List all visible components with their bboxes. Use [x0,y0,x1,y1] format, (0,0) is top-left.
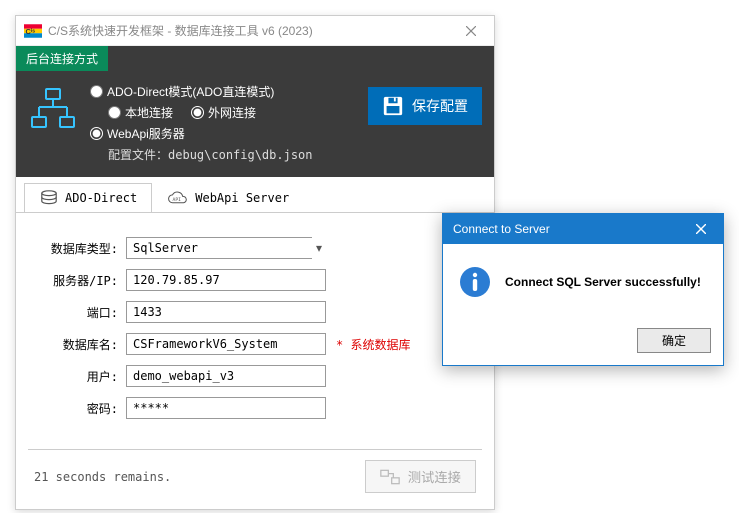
tab-ado-label: ADO-Direct [65,191,137,205]
window-close-button[interactable] [456,21,486,41]
test-connection-button[interactable]: 测试连接 [365,460,476,493]
message-dialog: Connect to Server Connect SQL Server suc… [442,213,724,366]
countdown-text: 21 seconds remains. [34,470,171,484]
info-icon [459,266,491,298]
port-input[interactable] [126,301,326,323]
config-path: debug\config\db.json [168,148,313,162]
server-label: 服务器/IP: [36,272,126,289]
config-path-row: 配置文件：debug\config\db.json [108,146,368,163]
network-icon [28,85,78,135]
tab-webapi-label: WebApi Server [195,191,289,205]
dbname-note: * 系统数据库 [336,336,410,353]
user-input[interactable] [126,365,326,387]
save-config-button[interactable]: 保存配置 [368,87,482,125]
dialog-message: Connect SQL Server successfully! [505,275,701,289]
dbname-label: 数据库名: [36,336,126,353]
test-icon [380,469,400,485]
panel-header: 后台连接方式 [16,46,108,71]
radio-local-label: 本地连接 [125,104,173,121]
tab-ado-direct[interactable]: ADO-Direct [24,183,152,212]
tabs: ADO-Direct API WebApi Server [16,177,494,213]
test-label: 测试连接 [408,467,461,486]
server-input[interactable] [126,269,326,291]
database-icon [39,190,59,206]
chevron-down-icon[interactable]: ▾ [312,241,326,255]
main-window: Cⁱˢ C/S系统快速开发框架 - 数据库连接工具 v6 (2023) 后台连接… [15,15,495,510]
dbname-input[interactable] [126,333,326,355]
dialog-ok-button[interactable]: 确定 [637,328,711,353]
db-type-input[interactable] [126,237,312,259]
radio-ado-direct[interactable]: ADO-Direct模式(ADO直连模式) [90,83,274,100]
pwd-input[interactable] [126,397,326,419]
titlebar: Cⁱˢ C/S系统快速开发框架 - 数据库连接工具 v6 (2023) [16,16,494,46]
dialog-titlebar: Connect to Server [443,214,723,244]
dialog-close-button[interactable] [689,217,713,241]
radio-ado-label: ADO-Direct模式(ADO直连模式) [107,83,274,100]
radio-local[interactable]: 本地连接 [108,104,173,121]
save-icon [382,95,404,117]
radio-external-label: 外网连接 [208,104,256,121]
svg-text:Cⁱˢ: Cⁱˢ [26,26,36,36]
db-type-label: 数据库类型: [36,240,126,257]
connection-mode-panel: 后台连接方式 ADO-Direct模式(ADO直连模式) 本地连接 外网连接 [16,46,494,177]
footer: 21 seconds remains. 测试连接 [28,449,482,503]
db-type-combo[interactable]: ▾ [126,237,326,259]
pwd-label: 密码: [36,400,126,417]
tab-webapi[interactable]: API WebApi Server [152,183,304,212]
window-title: C/S系统快速开发框架 - 数据库连接工具 v6 (2023) [48,22,456,39]
close-icon [466,26,476,36]
app-icon: Cⁱˢ [24,24,42,38]
dialog-title: Connect to Server [453,222,550,236]
save-label: 保存配置 [412,96,468,116]
close-icon [696,224,706,234]
radio-webapi-label: WebApi服务器 [107,125,185,142]
config-label: 配置文件： [108,148,168,162]
port-label: 端口: [36,304,126,321]
user-label: 用户: [36,368,126,385]
radio-webapi[interactable]: WebApi服务器 [90,125,185,142]
svg-text:API: API [173,197,182,203]
form-area: 数据库类型: ▾ 服务器/IP: 端口: 数据库名: * 系统数据库 用户: 密… [16,213,494,439]
radio-external[interactable]: 外网连接 [191,104,256,121]
api-cloud-icon: API [167,191,189,205]
